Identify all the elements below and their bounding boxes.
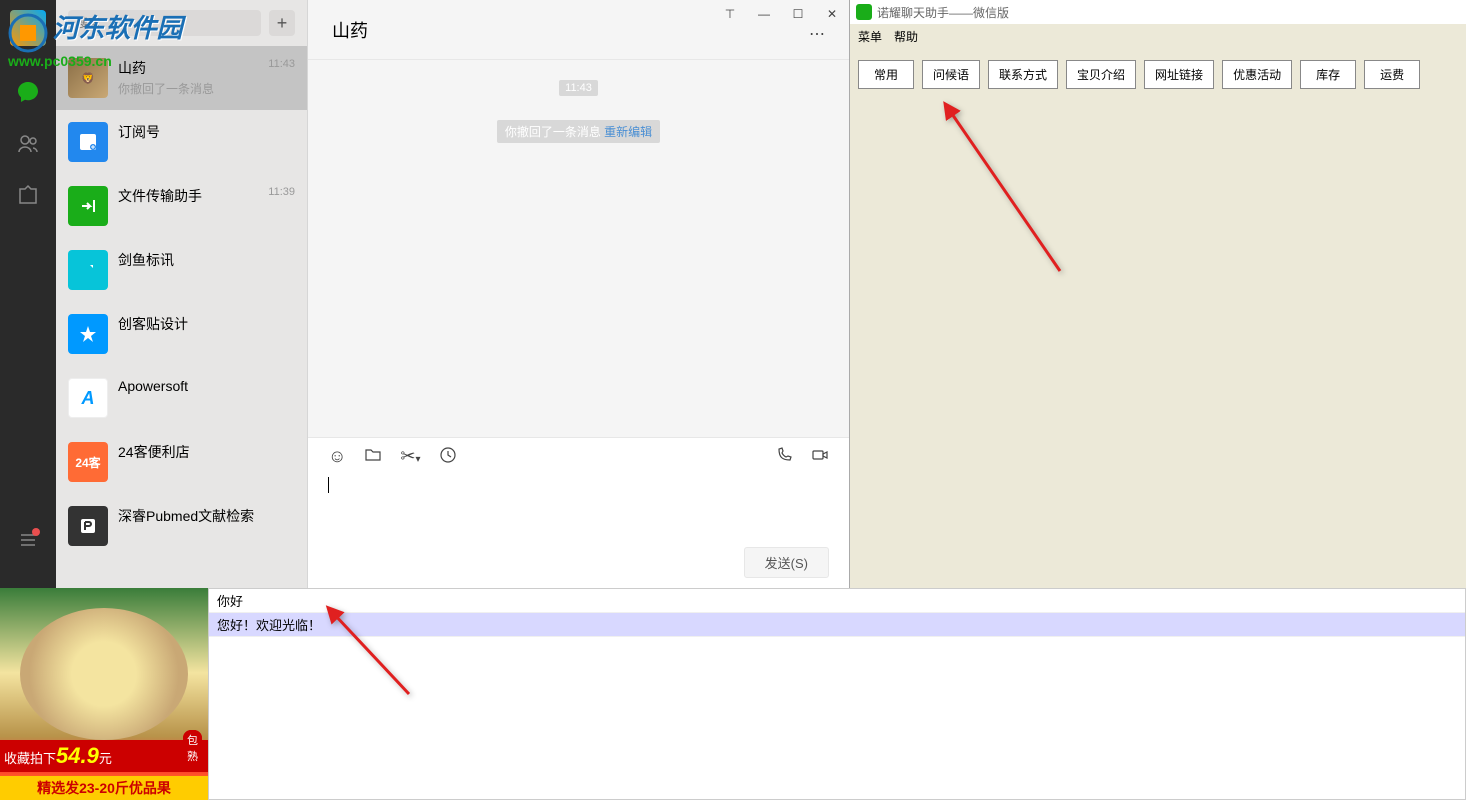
folder-icon[interactable] <box>364 446 382 469</box>
notification-dot <box>32 528 40 536</box>
annotation-arrow-1 <box>930 101 1070 286</box>
chat-name: 创客贴设计 <box>118 314 295 334</box>
close-button[interactable]: ✕ <box>815 0 849 28</box>
chat-list-panel: + 🦁 山药 你撤回了一条消息 11:43 订阅号 文件传 <box>56 0 308 588</box>
maximize-button[interactable]: ☐ <box>781 0 815 28</box>
chat-avatar: 🦁 <box>68 58 108 98</box>
reply-row-0[interactable]: 你好 <box>209 589 1465 613</box>
chat-avatar <box>68 506 108 546</box>
messages-area: 11:43 你撤回了一条消息 重新编辑 <box>308 60 849 437</box>
pin-button[interactable]: ⊤ <box>713 0 747 28</box>
chat-item-2[interactable]: 文件传输助手 11:39 <box>56 174 307 238</box>
chat-time: 11:43 <box>268 58 295 70</box>
category-contact[interactable]: 联系方式 <box>988 60 1058 89</box>
chat-name: 深睿Pubmed文献检索 <box>118 506 295 526</box>
ad-badge-2: 包熟 <box>183 730 202 766</box>
video-icon[interactable] <box>811 446 829 469</box>
chat-avatar <box>68 186 108 226</box>
chat-item-5[interactable]: A Apowersoft <box>56 366 307 430</box>
category-toolbar: 常用 问候语 联系方式 宝贝介绍 网址链接 优惠活动 库存 运费 <box>850 48 1466 101</box>
chat-item-6[interactable]: 24客 24客便利店 <box>56 430 307 494</box>
chat-item-3[interactable]: 剑鱼标讯 <box>56 238 307 302</box>
chat-avatar <box>68 122 108 162</box>
contacts-tab-icon[interactable] <box>16 132 40 156</box>
main-sidebar <box>0 0 56 588</box>
category-greeting[interactable]: 问候语 <box>922 60 980 89</box>
advertisement[interactable]: 收藏拍下54.9元 精选发23-20斤优品果 爆甜 包熟 <box>0 588 208 800</box>
chat-time: 11:39 <box>268 186 295 198</box>
category-shipping[interactable]: 运费 <box>1364 60 1420 89</box>
app-icon <box>856 4 872 20</box>
minimize-button[interactable]: — <box>747 0 781 28</box>
category-product[interactable]: 宝贝介绍 <box>1066 60 1136 89</box>
search-input[interactable] <box>68 10 261 36</box>
chat-title: 山药 <box>332 17 368 43</box>
chat-avatar: A <box>68 378 108 418</box>
assistant-content <box>850 101 1466 588</box>
chat-name: 订阅号 <box>118 122 295 142</box>
chat-avatar <box>68 250 108 290</box>
chat-item-7[interactable]: 深睿Pubmed文献检索 <box>56 494 307 558</box>
message-input[interactable] <box>308 477 849 547</box>
category-common[interactable]: 常用 <box>858 60 914 89</box>
assistant-window: 诺耀聊天助手——微信版 菜单 帮助 常用 问候语 联系方式 宝贝介绍 网址链接 … <box>849 0 1466 588</box>
chat-item-1[interactable]: 订阅号 <box>56 110 307 174</box>
category-stock[interactable]: 库存 <box>1300 60 1356 89</box>
history-icon[interactable] <box>439 446 457 469</box>
quick-reply-panel: 你好 您好！欢迎光临！ <box>208 588 1466 800</box>
chat-item-4[interactable]: 创客贴设计 <box>56 302 307 366</box>
emoji-icon[interactable]: ☺ <box>328 446 346 469</box>
add-button[interactable]: + <box>269 10 295 36</box>
assistant-titlebar: 诺耀聊天助手——微信版 <box>850 0 1466 24</box>
chat-item-0[interactable]: 🦁 山药 你撤回了一条消息 11:43 <box>56 46 307 110</box>
chat-name: 24客便利店 <box>118 442 295 462</box>
user-avatar[interactable] <box>10 10 46 46</box>
menu-item-help[interactable]: 帮助 <box>894 28 918 45</box>
favorites-tab-icon[interactable] <box>16 184 40 208</box>
scissors-icon[interactable]: ✂▾ <box>400 446 420 469</box>
reply-row-1[interactable]: 您好！欢迎光临！ <box>209 613 1465 637</box>
chat-avatar <box>68 314 108 354</box>
re-edit-link[interactable]: 重新编辑 <box>604 125 652 139</box>
send-button[interactable]: 发送(S) <box>744 547 829 578</box>
menu-icon[interactable] <box>16 530 40 554</box>
assistant-menubar: 菜单 帮助 <box>850 24 1466 48</box>
chat-avatar: 24客 <box>68 442 108 482</box>
chat-name: 剑鱼标讯 <box>118 250 295 270</box>
time-badge: 11:43 <box>559 80 598 96</box>
phone-icon[interactable] <box>775 446 793 469</box>
menu-item-menu[interactable]: 菜单 <box>858 28 882 45</box>
chat-preview: 你撤回了一条消息 <box>118 80 295 97</box>
chat-window: ⊤ — ☐ ✕ 山药 ⋯ 11:43 你撤回了一条消息 重新编辑 ☺ <box>308 0 849 588</box>
category-links[interactable]: 网址链接 <box>1144 60 1214 89</box>
system-message: 你撤回了一条消息 重新编辑 <box>497 120 660 143</box>
category-promo[interactable]: 优惠活动 <box>1222 60 1292 89</box>
bottom-panel: 收藏拍下54.9元 精选发23-20斤优品果 爆甜 包熟 你好 您好！欢迎光临！ <box>0 588 1466 800</box>
chat-tab-icon[interactable] <box>16 80 40 104</box>
chat-name: Apowersoft <box>118 378 295 394</box>
